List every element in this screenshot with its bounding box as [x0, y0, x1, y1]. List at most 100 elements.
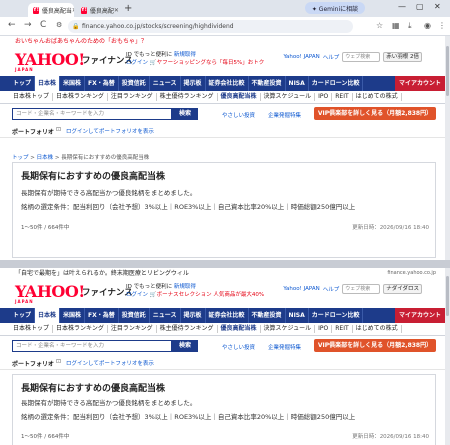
subnav-item[interactable]: 決算スケジュール	[261, 325, 316, 333]
nav-item-news[interactable]: ニュース	[150, 76, 181, 91]
breadcrumb-jp[interactable]: 日本株	[37, 155, 54, 161]
profile-icon[interactable]: ◉	[424, 21, 431, 30]
vip-club-button[interactable]: VIP俱楽部を詳しく見る（月額2,838円）	[314, 107, 436, 120]
feature-link[interactable]: 企業発掘特集	[268, 343, 301, 351]
subnav-item[interactable]: 株主優待ランキング	[157, 93, 218, 101]
back-icon[interactable]: ←	[8, 20, 16, 30]
login-link[interactable]: ログイン	[126, 60, 148, 66]
subnav-item-active[interactable]: 優良高配当株	[218, 325, 261, 333]
my-account-button[interactable]: マイアカウント	[394, 76, 445, 91]
vip-club-button[interactable]: VIP俱楽部を詳しく見る（月額2,838円）	[314, 339, 436, 352]
search-button[interactable]: 検索	[172, 340, 198, 352]
nav-item-funds[interactable]: 投資信託	[119, 76, 150, 91]
subnav-item[interactable]: 日本株ランキング	[53, 93, 108, 101]
extensions-icon[interactable]: ▦	[392, 21, 400, 30]
subnav-item[interactable]: 注目ランキング	[108, 325, 157, 333]
close-window-icon[interactable]: ✕	[434, 2, 441, 11]
web-search-input[interactable]: ウェブ検索	[342, 284, 381, 294]
nav-item-us-stock[interactable]: 米国株	[60, 308, 86, 323]
nav-item-funds[interactable]: 投資信託	[119, 308, 150, 323]
nav-item-board[interactable]: 掲示板	[181, 76, 206, 91]
yahoo-logo[interactable]: YAHOO! JAPAN	[15, 282, 85, 304]
nav-item-brokers[interactable]: 証券会社比較	[206, 308, 249, 323]
scroll-thumb[interactable]	[446, 46, 449, 96]
my-account-button[interactable]: マイアカウント	[394, 308, 445, 323]
subnav-item[interactable]: 日本株トップ	[10, 325, 54, 333]
subnav-item[interactable]: はじめての株式	[353, 93, 402, 101]
subnav-item[interactable]: はじめての株式	[353, 325, 402, 333]
minimize-icon[interactable]: —	[398, 2, 406, 11]
mast-button[interactable]: 赤い羽根 2倍	[383, 52, 422, 62]
subnav-item[interactable]: IPO	[315, 325, 333, 333]
subnav-item[interactable]: REIT	[332, 325, 353, 333]
scrollbar[interactable]	[445, 36, 450, 260]
help-link[interactable]: ヘルプ	[323, 285, 340, 293]
search-button[interactable]: 検索	[172, 108, 198, 120]
nav-item-board[interactable]: 掲示板	[181, 308, 206, 323]
signup-link[interactable]: 新規取得	[174, 52, 196, 58]
portfolio-login-link[interactable]: ログインしてポートフォリオを表示	[66, 359, 154, 367]
new-tab-button[interactable]: +	[124, 3, 132, 15]
star-icon[interactable]: ☆	[376, 21, 383, 30]
browser-tab-1[interactable]: Y! 優良高配当 ✕	[28, 3, 74, 17]
subnav-item[interactable]: 株主優待ランキング	[157, 325, 218, 333]
signup-link[interactable]: 新規取得	[174, 284, 196, 290]
nav-item-realestate[interactable]: 不動産投資	[249, 308, 286, 323]
menu-icon[interactable]: ⋮	[438, 21, 446, 30]
window-divider	[0, 260, 450, 268]
nav-item-cardloan[interactable]: カードローン比較	[309, 76, 364, 91]
scrollbar[interactable]	[445, 268, 450, 445]
promo-link[interactable]: 「自宅で最期を」は叶えられるか。終末期医療とリビングウィル	[0, 268, 450, 280]
nav-item-fx[interactable]: FX・為替	[85, 308, 119, 323]
yahoo-japan-link[interactable]: Yahoo! JAPAN	[283, 54, 319, 60]
breadcrumb-top[interactable]: トップ	[12, 155, 29, 161]
help-link[interactable]: ヘルプ	[323, 53, 340, 61]
browser-tab-2[interactable]: Y! 優良高配 ✕	[76, 3, 122, 17]
nav-item-nisa[interactable]: NISA	[286, 76, 309, 91]
nav-item-cardloan[interactable]: カードローン比較	[309, 308, 364, 323]
gemini-button[interactable]: ✦ Geminiに相談	[305, 2, 365, 14]
site-settings-icon[interactable]: ⚙	[56, 21, 62, 29]
close-tab-icon[interactable]: ✕	[114, 7, 119, 14]
close-tab-icon[interactable]: ✕	[72, 7, 74, 14]
yahoo-japan-link[interactable]: Yahoo! JAPAN	[283, 286, 319, 292]
nav-item-nisa[interactable]: NISA	[286, 308, 309, 323]
promo-link[interactable]: おいちゃんおばあちゃんのための「おもちゃ」？	[0, 36, 450, 48]
nav-item-jp-stock[interactable]: 日本株	[35, 308, 61, 323]
tab-title: 優良高配	[89, 7, 114, 15]
forward-icon[interactable]: →	[24, 20, 32, 30]
nav-item-top[interactable]: トップ	[10, 308, 36, 323]
subnav-item[interactable]: 決算スケジュール	[261, 93, 316, 101]
maximize-icon[interactable]: ▢	[416, 2, 424, 11]
nav-item-jp-stock[interactable]: 日本株	[35, 76, 61, 91]
nav-item-brokers[interactable]: 証券会社比較	[206, 76, 249, 91]
bonus-promo-link[interactable]: ボーナスセレクション	[157, 292, 212, 298]
stock-search-input[interactable]: コード・企業名・キーワードを入力	[12, 340, 172, 352]
nav-item-news[interactable]: ニュース	[150, 308, 181, 323]
stock-search-input[interactable]: コード・企業名・キーワードを入力	[12, 108, 172, 120]
yahoo-logo[interactable]: YAHOO! JAPAN	[15, 50, 85, 72]
subnav-item[interactable]: IPO	[315, 93, 333, 101]
easy-invest-link[interactable]: やさしい投資	[222, 111, 255, 119]
scroll-thumb[interactable]	[446, 276, 449, 316]
login-link[interactable]: ログイン	[126, 292, 148, 298]
nav-item-top[interactable]: トップ	[10, 76, 36, 91]
easy-invest-link[interactable]: やさしい投資	[222, 343, 255, 351]
sub-nav: 日本株トップ 日本株ランキング 注目ランキング 株主優待ランキング 優良高配当株…	[0, 323, 450, 336]
mast-button[interactable]: ナダイダロス	[383, 284, 422, 294]
feature-link[interactable]: 企業発掘特集	[268, 111, 301, 119]
nav-item-realestate[interactable]: 不動産投資	[249, 76, 286, 91]
subnav-item-active[interactable]: 優良高配当株	[218, 93, 261, 101]
portfolio-login-link[interactable]: ログインしてポートフォリオを表示	[66, 127, 154, 135]
subnav-item[interactable]: REIT	[332, 93, 353, 101]
subnav-item[interactable]: 日本株ランキング	[53, 325, 108, 333]
shopping-promo-link[interactable]: ヤフーショッピングなら「毎日5%」おトク	[157, 60, 265, 66]
nav-item-fx[interactable]: FX・為替	[85, 76, 119, 91]
subnav-item[interactable]: 日本株トップ	[10, 93, 54, 101]
nav-item-us-stock[interactable]: 米国株	[60, 76, 86, 91]
reload-icon[interactable]: C	[40, 20, 46, 30]
web-search-input[interactable]: ウェブ検索	[342, 52, 381, 62]
download-icon[interactable]: ⤓	[408, 21, 412, 31]
address-bar[interactable]: 🔒 finance.yahoo.co.jp/stocks/screening/h…	[68, 20, 353, 33]
subnav-item[interactable]: 注目ランキング	[108, 93, 157, 101]
